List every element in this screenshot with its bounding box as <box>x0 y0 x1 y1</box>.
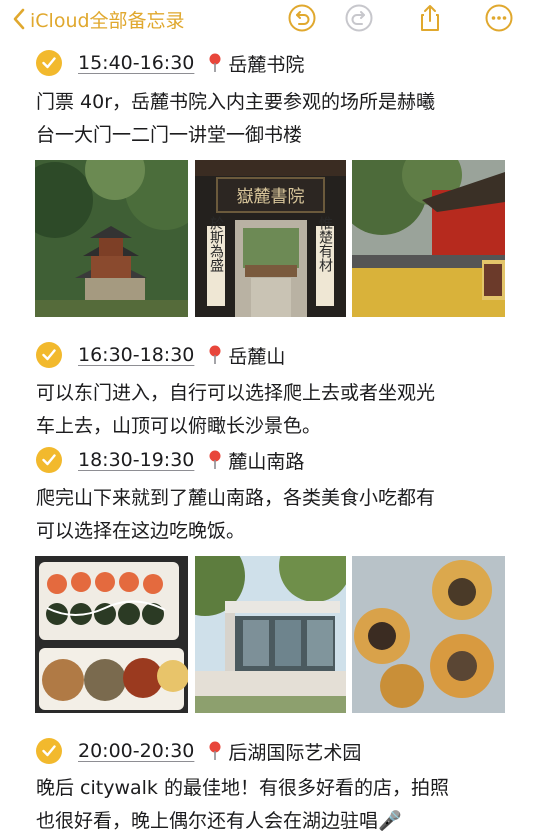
checklist-item-3: 18:30-19:30 麓山南路 <box>36 445 304 475</box>
item-place: 麓山南路 <box>228 450 305 473</box>
checkmark-icon[interactable] <box>36 447 62 473</box>
checklist-item-2: 16:30-18:30 岳麓山 <box>36 340 285 370</box>
item-time[interactable]: 16:30-18:30 <box>78 344 194 366</box>
checkmark-icon[interactable] <box>36 342 62 368</box>
plaque-text: 嶽麓書院 <box>237 187 305 207</box>
checkmark-icon[interactable] <box>36 738 62 764</box>
redo-icon[interactable] <box>344 3 374 33</box>
item-description-4: 晚后 citywalk 的最佳地！有很多好看的店，拍照 也很好看，晚上偶尔还有人… <box>36 772 516 838</box>
text-line: 车上去，山顶可以俯瞰长沙景色。 <box>36 415 322 437</box>
checklist-item-1: 15:40-16:30 岳麓书院 <box>36 48 304 78</box>
photo-modern-building[interactable] <box>195 556 346 713</box>
back-button[interactable]: iCloud全部备忘录 <box>12 4 185 34</box>
location-pin-icon <box>209 450 221 469</box>
item-time[interactable]: 15:40-16:30 <box>78 52 194 74</box>
text-line: 也很好看，晚上偶尔还有人会在湖边驻唱🎤 <box>36 810 402 832</box>
item-time[interactable]: 20:00-20:30 <box>78 740 194 762</box>
photo-red-wall[interactable] <box>352 160 505 317</box>
text-line: 可以东门进入，自行可以选择爬上去或者坐观光 <box>36 382 436 404</box>
share-icon[interactable] <box>415 3 445 33</box>
photo-academy-pavilion[interactable] <box>35 160 188 317</box>
couplet-left: 於斯為盛 <box>208 216 224 272</box>
undo-icon[interactable] <box>287 3 317 33</box>
couplet-right: 惟楚有材 <box>317 216 333 272</box>
item-description-2: 可以东门进入，自行可以选择爬上去或者坐观光 车上去，山顶可以俯瞰长沙景色。 <box>36 377 516 443</box>
toolbar: iCloud全部备忘录 <box>0 0 540 40</box>
photo-fried-buns[interactable] <box>352 556 505 713</box>
more-icon[interactable] <box>484 3 514 33</box>
location-pin-icon <box>209 345 221 364</box>
item-place: 岳麓山 <box>228 345 286 368</box>
text-line: 可以选择在这边吃晚饭。 <box>36 520 246 542</box>
item-place: 岳麓书院 <box>228 53 305 76</box>
text-line: 台一大门一二门一讲堂一御书楼 <box>36 124 303 146</box>
item-place: 后湖国际艺术园 <box>228 741 362 764</box>
text-line: 门票 40r，岳麓书院入内主要参观的场所是赫曦 <box>36 91 436 113</box>
chevron-left-icon <box>13 8 25 30</box>
item-time[interactable]: 18:30-19:30 <box>78 449 194 471</box>
photo-sushi[interactable] <box>35 556 188 713</box>
checkmark-icon[interactable] <box>36 50 62 76</box>
item-description-1: 门票 40r，岳麓书院入内主要参观的场所是赫曦 台一大门一二门一讲堂一御书楼 <box>36 86 516 152</box>
text-line: 晚后 citywalk 的最佳地！有很多好看的店，拍照 <box>36 777 449 799</box>
location-pin-icon <box>209 53 221 72</box>
checklist-item-4: 20:00-20:30 后湖国际艺术园 <box>36 736 361 766</box>
photo-academy-gate[interactable]: 嶽麓書院 於斯為盛 惟楚有材 <box>195 160 346 317</box>
location-pin-icon <box>209 741 221 760</box>
text-line: 爬完山下来就到了麓山南路，各类美食小吃都有 <box>36 487 436 509</box>
back-label: iCloud全部备忘录 <box>30 9 185 32</box>
item-description-3: 爬完山下来就到了麓山南路，各类美食小吃都有 可以选择在这边吃晚饭。 <box>36 482 516 548</box>
